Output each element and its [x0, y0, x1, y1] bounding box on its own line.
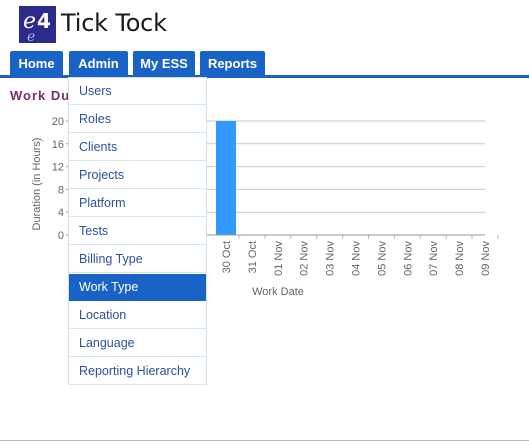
x-tick-label: 02 Nov	[299, 241, 311, 276]
x-tick-label: 31 Oct	[247, 241, 259, 273]
x-tick-label: 30 Oct	[221, 241, 233, 273]
menu-item-location[interactable]: Location	[69, 302, 206, 329]
menu-item-roles[interactable]: Roles	[69, 106, 206, 133]
menu-item-work-type[interactable]: Work Type	[69, 274, 206, 301]
x-tick-label: 03 Nov	[325, 241, 337, 276]
bar-30-oct	[216, 121, 236, 235]
y-tick-label: 16	[52, 139, 64, 151]
x-tick-label: 08 Nov	[454, 241, 466, 276]
x-tick-label: 01 Nov	[273, 241, 285, 276]
x-axis-title: Work Date	[252, 286, 304, 298]
menu-item-tests[interactable]: Tests	[69, 218, 206, 245]
y-tick-label: 4	[58, 207, 64, 219]
menu-item-projects[interactable]: Projects	[69, 162, 206, 189]
y-tick-label: 0	[58, 230, 64, 242]
menu-item-reporting-hierarchy[interactable]: Reporting Hierarchy	[69, 358, 206, 385]
x-tick-label: 05 Nov	[376, 241, 388, 276]
bottom-divider	[0, 440, 529, 441]
menu-item-users[interactable]: Users	[69, 78, 206, 105]
x-tick-label: 06 Nov	[402, 241, 414, 276]
menu-item-billing-type[interactable]: Billing Type	[69, 246, 206, 273]
menu-item-platform[interactable]: Platform	[69, 190, 206, 217]
y-tick-label: 8	[58, 184, 64, 196]
y-axis-title: Duration (in Hours)	[31, 138, 43, 231]
y-tick-label: 12	[52, 162, 64, 174]
menu-item-language[interactable]: Language	[69, 330, 206, 357]
admin-dropdown-menu: Users Roles Clients Projects Platform Tests Bi…	[68, 77, 207, 385]
x-tick-label: 07 Nov	[428, 241, 440, 276]
x-tick-label: 04 Nov	[351, 241, 363, 276]
y-tick-label: 20	[52, 116, 64, 128]
x-tick-label: 09 Nov	[480, 241, 492, 276]
menu-item-clients[interactable]: Clients	[69, 134, 206, 161]
